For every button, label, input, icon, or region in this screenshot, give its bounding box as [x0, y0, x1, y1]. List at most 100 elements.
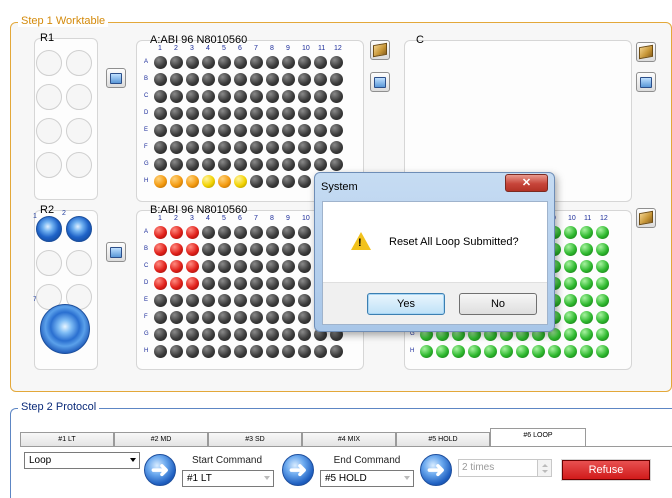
plate-well[interactable]	[266, 175, 279, 188]
plate-well[interactable]	[282, 107, 295, 120]
plate-a-box-button[interactable]	[370, 40, 390, 60]
plate-well[interactable]	[564, 260, 577, 273]
plate-well[interactable]	[250, 260, 263, 273]
start-command-select[interactable]: #1 LT	[182, 470, 274, 487]
mode-select[interactable]: Loop	[24, 452, 140, 469]
plate-well[interactable]	[186, 107, 199, 120]
plate-well[interactable]	[154, 56, 167, 69]
plate-well[interactable]	[580, 260, 593, 273]
plate-well[interactable]	[202, 294, 215, 307]
plate-well[interactable]	[452, 345, 465, 358]
plate-well[interactable]	[202, 243, 215, 256]
plate-well[interactable]	[170, 328, 183, 341]
plate-well[interactable]	[580, 277, 593, 290]
plate-well[interactable]	[564, 294, 577, 307]
plate-well[interactable]	[170, 226, 183, 239]
plate-well[interactable]	[596, 260, 609, 273]
plate-well[interactable]	[234, 311, 247, 324]
plate-well[interactable]	[170, 277, 183, 290]
plate-well[interactable]	[186, 158, 199, 171]
plate-well[interactable]	[202, 226, 215, 239]
plate-well[interactable]	[186, 277, 199, 290]
plate-d-box-button[interactable]	[636, 208, 656, 228]
plate-well[interactable]	[154, 260, 167, 273]
tab-4-mix[interactable]: #4 MIX	[302, 432, 396, 446]
plate-well[interactable]	[186, 328, 199, 341]
plate-well[interactable]	[234, 90, 247, 103]
reagent-well[interactable]	[36, 118, 62, 144]
plate-well[interactable]	[170, 260, 183, 273]
plate-well[interactable]	[170, 73, 183, 86]
plate-well[interactable]	[250, 243, 263, 256]
plate-well[interactable]	[250, 226, 263, 239]
plate-well[interactable]	[298, 90, 311, 103]
plate-well[interactable]	[282, 56, 295, 69]
plate-well[interactable]	[298, 277, 311, 290]
plate-well[interactable]	[298, 345, 311, 358]
plate-well[interactable]	[436, 345, 449, 358]
plate-well[interactable]	[596, 243, 609, 256]
dialog-close-button[interactable]: ✕	[505, 174, 548, 192]
plate-well[interactable]	[564, 345, 577, 358]
reagent-well[interactable]	[66, 118, 92, 144]
tab-2-md[interactable]: #2 MD	[114, 432, 208, 446]
plate-well[interactable]	[170, 158, 183, 171]
plate-well[interactable]	[250, 328, 263, 341]
plate-well[interactable]	[266, 158, 279, 171]
reagent-well[interactable]	[66, 84, 92, 110]
plate-well[interactable]	[202, 311, 215, 324]
plate-well[interactable]	[234, 277, 247, 290]
plate-well[interactable]	[202, 260, 215, 273]
plate-well[interactable]	[154, 243, 167, 256]
plate-well[interactable]	[298, 226, 311, 239]
plate-well[interactable]	[154, 107, 167, 120]
plate-well[interactable]	[234, 294, 247, 307]
plate-well[interactable]	[250, 294, 263, 307]
plate-well[interactable]	[282, 141, 295, 154]
plate-well[interactable]	[580, 311, 593, 324]
plate-well[interactable]	[298, 124, 311, 137]
plate-well[interactable]	[154, 175, 167, 188]
plate-well[interactable]	[218, 345, 231, 358]
plate-well[interactable]	[266, 243, 279, 256]
plate-well[interactable]	[250, 311, 263, 324]
plate-well[interactable]	[218, 90, 231, 103]
plate-well[interactable]	[186, 243, 199, 256]
plate-well[interactable]	[234, 56, 247, 69]
plate-well[interactable]	[186, 345, 199, 358]
plate-well[interactable]	[218, 73, 231, 86]
plate-well[interactable]	[314, 345, 327, 358]
plate-well[interactable]	[330, 107, 343, 120]
plate-well[interactable]	[298, 311, 311, 324]
plate-well[interactable]	[154, 345, 167, 358]
plate-well[interactable]	[218, 226, 231, 239]
plate-well[interactable]	[314, 107, 327, 120]
plate-well[interactable]	[266, 107, 279, 120]
reagent-well[interactable]	[36, 216, 62, 242]
plate-well[interactable]	[266, 311, 279, 324]
plate-well[interactable]	[186, 294, 199, 307]
plate-well[interactable]	[298, 294, 311, 307]
plate-a-screen-button[interactable]	[106, 68, 126, 88]
plate-well[interactable]	[218, 260, 231, 273]
plate-well[interactable]	[330, 124, 343, 137]
tab-3-sd[interactable]: #3 SD	[208, 432, 302, 446]
plate-well[interactable]	[170, 345, 183, 358]
plate-well[interactable]	[170, 56, 183, 69]
plate-well[interactable]	[234, 345, 247, 358]
plate-well[interactable]	[218, 158, 231, 171]
plate-well[interactable]	[234, 243, 247, 256]
reagent-well[interactable]	[36, 152, 62, 178]
plate-well[interactable]	[330, 56, 343, 69]
plate-well[interactable]	[266, 294, 279, 307]
reagent-well[interactable]	[36, 50, 62, 76]
plate-well[interactable]	[202, 90, 215, 103]
plate-well[interactable]	[218, 175, 231, 188]
plate-well[interactable]	[282, 124, 295, 137]
r2-large-tube[interactable]	[40, 304, 90, 354]
plate-well[interactable]	[564, 226, 577, 239]
plate-well[interactable]	[186, 175, 199, 188]
plate-well[interactable]	[282, 175, 295, 188]
plate-well[interactable]	[154, 90, 167, 103]
plate-well[interactable]	[250, 56, 263, 69]
